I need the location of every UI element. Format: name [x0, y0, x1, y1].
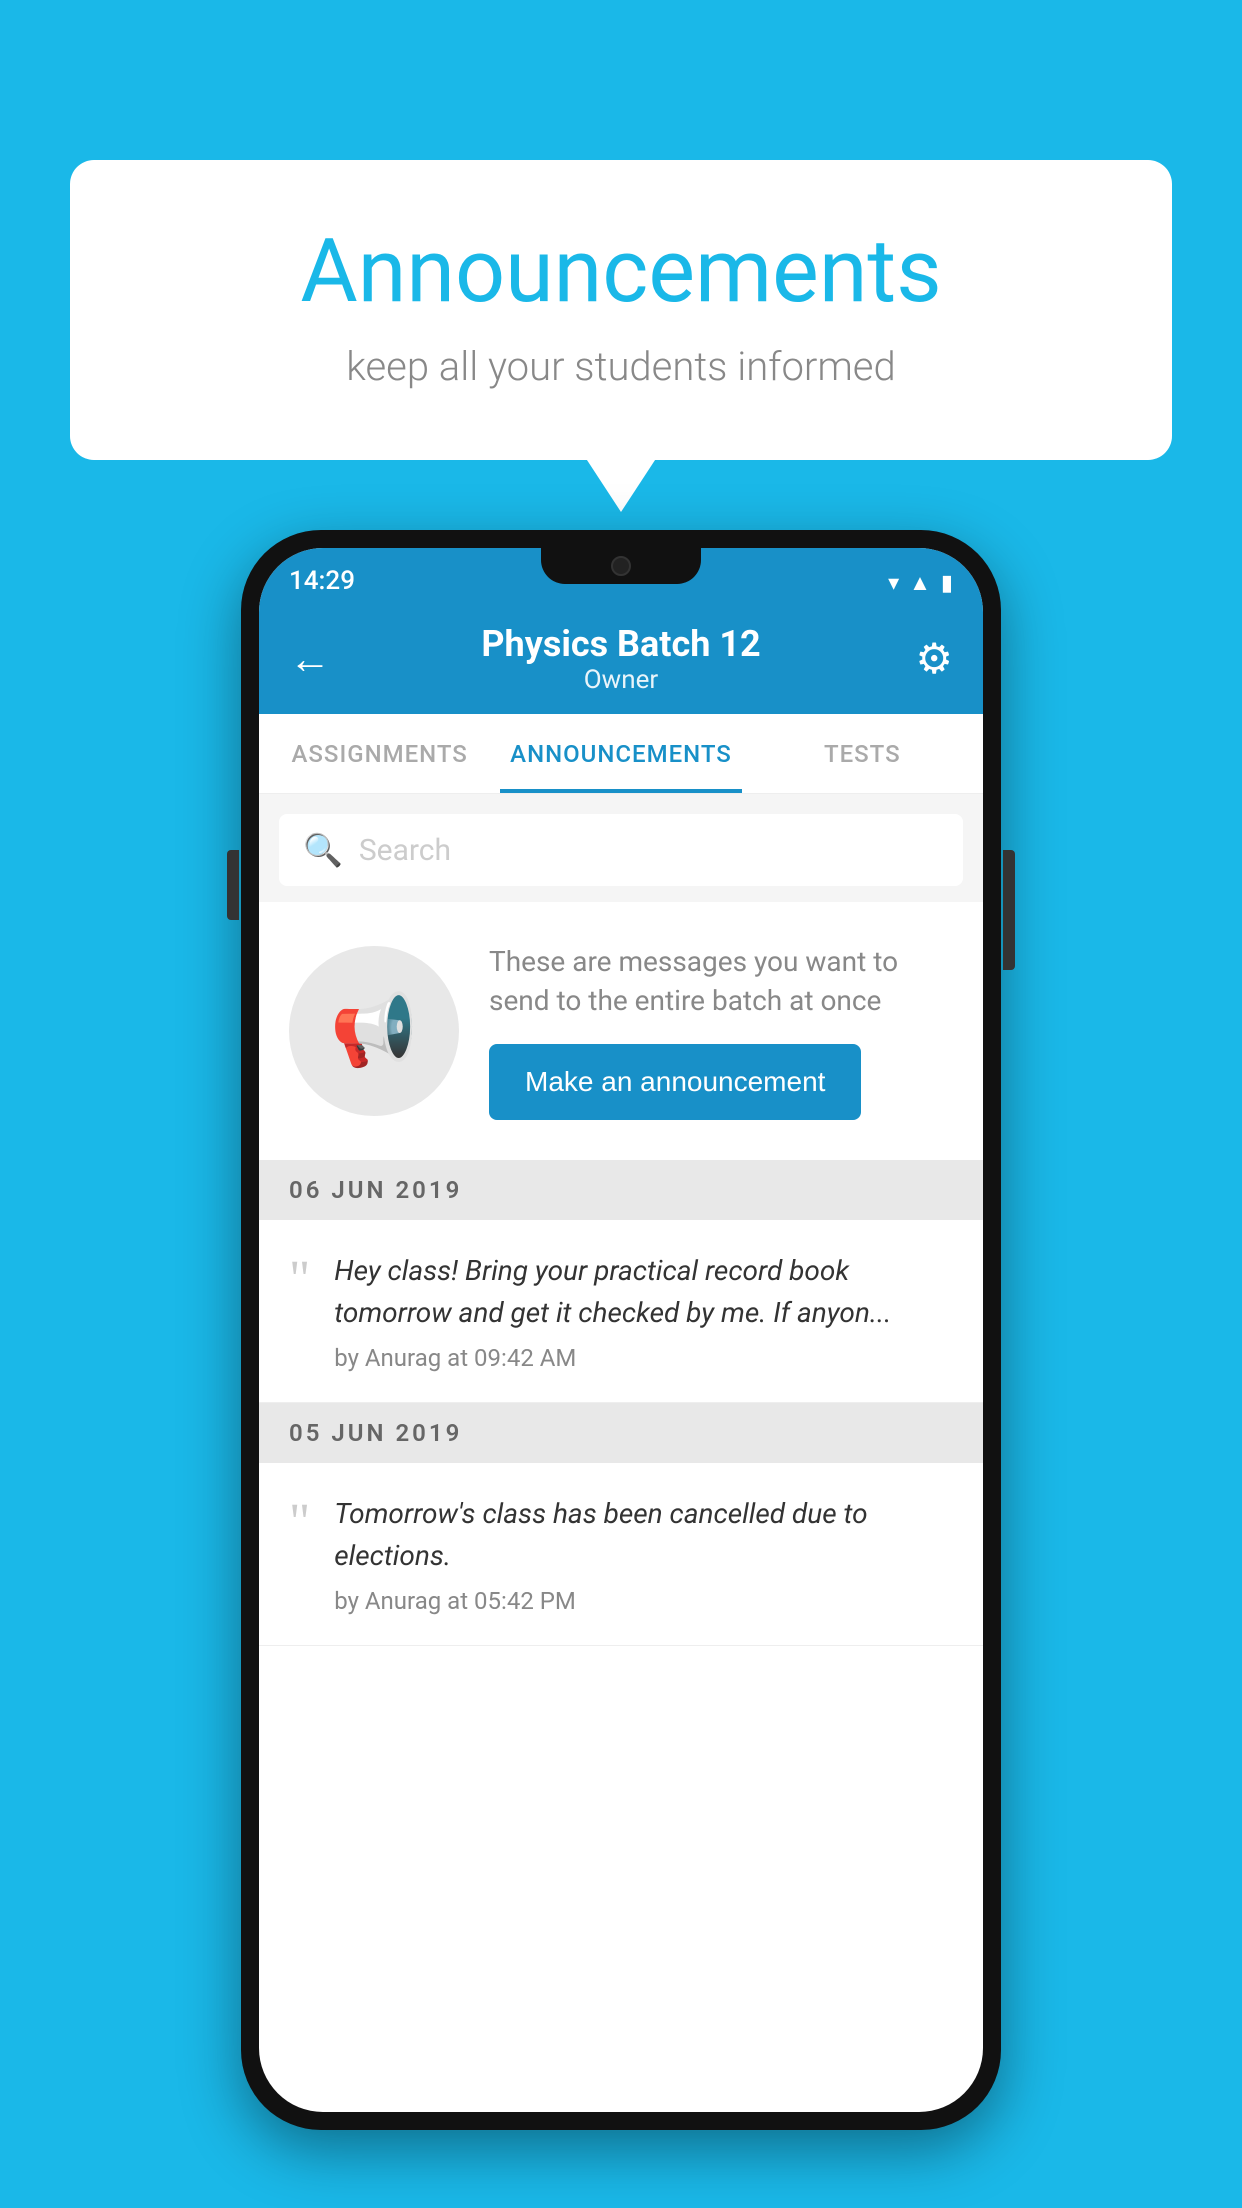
- announcement-content-1: Hey class! Bring your practical record b…: [334, 1250, 953, 1372]
- status-icons: ▾ ▲ ▮: [888, 570, 953, 596]
- app-bar: ← Physics Batch 12 Owner ⚙: [259, 604, 983, 714]
- announcement-author-1: by Anurag at 09:42 AM: [334, 1344, 953, 1372]
- promo-icon-circle: 📢: [289, 946, 459, 1116]
- announcement-item-2[interactable]: " Tomorrow's class has been cancelled du…: [259, 1463, 983, 1646]
- bubble-title: Announcements: [120, 220, 1122, 323]
- tab-assignments[interactable]: ASSIGNMENTS: [259, 714, 500, 793]
- announcement-content-2: Tomorrow's class has been cancelled due …: [334, 1493, 953, 1615]
- quote-icon-1: ": [289, 1254, 310, 1372]
- content-area: 🔍 Search 📢 These are messages you want t…: [259, 794, 983, 1646]
- announcement-text-2: Tomorrow's class has been cancelled due …: [334, 1493, 953, 1577]
- speech-bubble-container: Announcements keep all your students inf…: [70, 160, 1172, 460]
- search-bar[interactable]: 🔍 Search: [279, 814, 963, 886]
- status-time: 14:29: [289, 566, 355, 596]
- promo-description: These are messages you want to send to t…: [489, 942, 953, 1020]
- app-bar-title: Physics Batch 12 Owner: [481, 623, 760, 695]
- settings-icon[interactable]: ⚙: [915, 634, 953, 684]
- signal-icon: ▲: [909, 570, 931, 596]
- quote-icon-2: ": [289, 1497, 310, 1615]
- announcement-item-1[interactable]: " Hey class! Bring your practical record…: [259, 1220, 983, 1403]
- date-separator-2: 05 JUN 2019: [259, 1403, 983, 1463]
- search-icon: 🔍: [303, 831, 343, 869]
- search-placeholder: Search: [359, 833, 451, 868]
- megaphone-icon: 📢: [330, 990, 417, 1072]
- phone-outer: 14:29 ▾ ▲ ▮ ← Physics Batch 12 Owner ⚙: [241, 530, 1001, 2130]
- phone-notch: [541, 548, 701, 584]
- speech-bubble: Announcements keep all your students inf…: [70, 160, 1172, 460]
- announcement-author-2: by Anurag at 05:42 PM: [334, 1587, 953, 1615]
- battery-icon: ▮: [941, 571, 953, 596]
- bubble-subtitle: keep all your students informed: [120, 343, 1122, 390]
- tab-announcements[interactable]: ANNOUNCEMENTS: [500, 714, 741, 793]
- make-announcement-button[interactable]: Make an announcement: [489, 1044, 861, 1120]
- batch-title: Physics Batch 12: [481, 623, 760, 665]
- announcement-text-1: Hey class! Bring your practical record b…: [334, 1250, 953, 1334]
- phone-mockup: 14:29 ▾ ▲ ▮ ← Physics Batch 12 Owner ⚙: [241, 530, 1001, 2130]
- tab-tests[interactable]: TESTS: [742, 714, 983, 793]
- notch-camera: [611, 556, 631, 576]
- promo-section: 📢 These are messages you want to send to…: [259, 902, 983, 1160]
- phone-screen: 14:29 ▾ ▲ ▮ ← Physics Batch 12 Owner ⚙: [259, 548, 983, 2112]
- tabs-bar: ASSIGNMENTS ANNOUNCEMENTS TESTS: [259, 714, 983, 794]
- batch-subtitle: Owner: [481, 665, 760, 695]
- back-button[interactable]: ←: [289, 635, 331, 684]
- date-separator-1: 06 JUN 2019: [259, 1160, 983, 1220]
- promo-right: These are messages you want to send to t…: [489, 942, 953, 1120]
- wifi-icon: ▾: [888, 571, 899, 596]
